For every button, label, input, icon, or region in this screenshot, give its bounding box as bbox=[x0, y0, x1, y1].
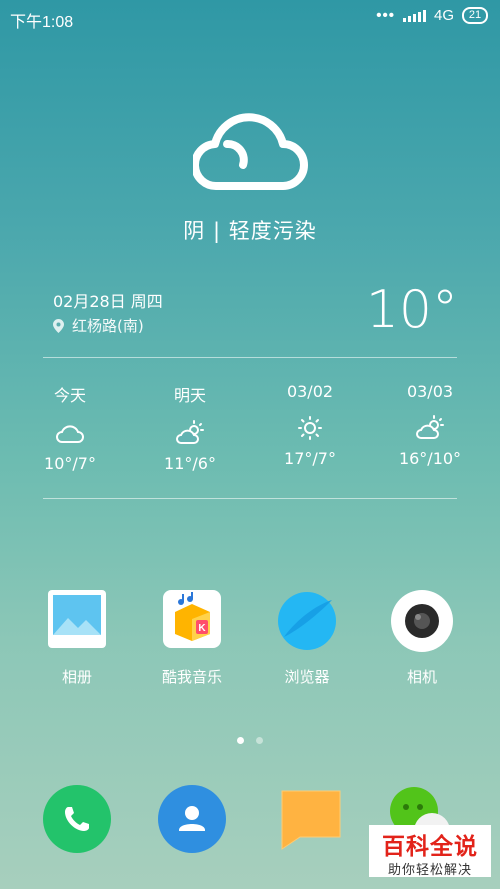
watermark-title: 百科全说 bbox=[382, 834, 478, 860]
status-bar: 下午1:08 ••• 4G 21 bbox=[0, 0, 500, 36]
weather-condition: 阴 | 轻度污染 bbox=[183, 219, 317, 243]
forecast-temp: 10°/7° bbox=[44, 454, 96, 473]
forecast-day: 明天 bbox=[173, 386, 206, 405]
partly-sunny-icon bbox=[176, 420, 204, 444]
watermark-logo: 百科全说 助你轻松解决 bbox=[369, 825, 491, 878]
battery-icon: 21 bbox=[462, 7, 488, 24]
app-label: 酷我音乐 bbox=[161, 668, 222, 686]
app-browser[interactable]: 浏览器 bbox=[252, 590, 362, 687]
divider bbox=[43, 498, 457, 499]
forecast-item: 明天 11°/6° bbox=[140, 382, 240, 473]
partly-sunny-icon bbox=[416, 415, 444, 439]
divider bbox=[43, 357, 457, 358]
messages-icon[interactable] bbox=[278, 785, 346, 853]
gallery-icon[interactable] bbox=[48, 590, 106, 648]
signal-icon bbox=[402, 9, 426, 22]
contacts-icon[interactable] bbox=[158, 785, 226, 853]
sun-icon bbox=[298, 416, 322, 440]
location-pin-icon bbox=[53, 318, 64, 333]
status-indicators: ••• 4G 21 bbox=[376, 7, 488, 24]
browser-icon[interactable] bbox=[276, 590, 338, 652]
forecast-temp: 11°/6° bbox=[164, 454, 216, 473]
svg-text:K: K bbox=[198, 623, 206, 634]
weather-date: 02月28日 周四 bbox=[53, 292, 163, 311]
forecast-item: 今天 10°/7° bbox=[20, 382, 120, 473]
app-gallery[interactable]: 相册 bbox=[22, 590, 132, 687]
forecast-day: 今天 bbox=[53, 386, 86, 405]
page-dot-active bbox=[237, 737, 244, 744]
network-type: 4G bbox=[433, 7, 454, 24]
forecast-temp: 17°/7° bbox=[284, 449, 336, 468]
app-label: 相机 bbox=[406, 668, 437, 686]
forecast-row: 今天 10°/7° 明天 11°/6° 03/02 17°/7° 03/03 1… bbox=[0, 382, 500, 482]
forecast-item: 03/03 16°/10° bbox=[380, 382, 480, 468]
watermark-subtitle: 助你轻松解决 bbox=[387, 863, 472, 878]
app-label: 相册 bbox=[61, 668, 92, 686]
camera-icon[interactable] bbox=[391, 590, 453, 652]
page-indicator bbox=[237, 737, 263, 744]
page-dot bbox=[256, 737, 263, 744]
forecast-item: 03/02 17°/7° bbox=[260, 382, 360, 468]
current-temperature: 10° bbox=[365, 280, 458, 340]
app-kuwo-music[interactable]: K 酷我音乐 bbox=[137, 590, 247, 687]
app-label: 浏览器 bbox=[284, 668, 330, 686]
cloud-icon bbox=[56, 425, 84, 443]
phone-icon[interactable] bbox=[43, 785, 111, 853]
kuwo-music-icon[interactable]: K bbox=[163, 590, 221, 648]
cloud-icon bbox=[193, 113, 308, 190]
forecast-temp: 16°/10° bbox=[398, 449, 462, 468]
forecast-day: 03/03 bbox=[406, 382, 454, 401]
weather-location: 红杨路(南) bbox=[53, 315, 144, 336]
forecast-day: 03/02 bbox=[286, 382, 334, 401]
status-time: 下午1:08 bbox=[10, 14, 74, 31]
app-camera[interactable]: 相机 bbox=[367, 590, 477, 687]
notification-dots: ••• bbox=[376, 7, 395, 24]
location-label: 红杨路(南) bbox=[72, 317, 144, 335]
